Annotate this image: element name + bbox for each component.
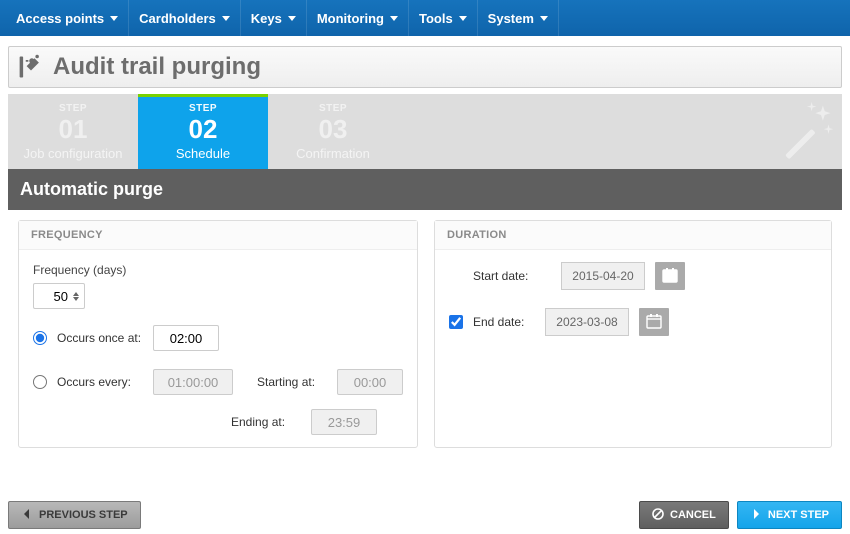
duration-panel: DURATION Start date: End date: <box>434 220 832 448</box>
menu-label: System <box>488 11 534 26</box>
wizard-button-bar: PREVIOUS STEP CANCEL NEXT STEP <box>8 500 842 530</box>
menu-label: Keys <box>251 11 282 26</box>
menu-keys[interactable]: Keys <box>241 0 307 36</box>
step-word: STEP <box>319 103 347 114</box>
frequency-panel: FREQUENCY Frequency (days) Occurs once a… <box>18 220 418 448</box>
chevron-left-icon <box>21 508 33 523</box>
wizard-step-job-configuration[interactable]: STEP 01 Job configuration <box>8 94 138 169</box>
calendar-icon <box>662 267 678 286</box>
menu-label: Cardholders <box>139 11 216 26</box>
button-label: PREVIOUS STEP <box>39 509 128 521</box>
page-title-bar: Audit trail purging <box>8 46 842 88</box>
frequency-panel-title: FREQUENCY <box>19 221 417 250</box>
chevron-down-icon <box>390 16 398 21</box>
cancel-button[interactable]: CANCEL <box>639 501 729 529</box>
chevron-down-icon <box>222 16 230 21</box>
menu-cardholders[interactable]: Cardholders <box>129 0 241 36</box>
frequency-days-label: Frequency (days) <box>33 263 126 277</box>
chevron-down-icon <box>459 16 467 21</box>
content-scroll[interactable]: FREQUENCY Frequency (days) Occurs once a… <box>8 210 842 458</box>
menu-label: Access points <box>16 11 104 26</box>
frequency-days-wrap <box>33 283 85 309</box>
stepper-down-icon[interactable] <box>73 297 79 301</box>
chevron-down-icon <box>540 16 548 21</box>
occurs-every-interval-input[interactable] <box>153 369 233 395</box>
step-number: 03 <box>319 116 348 142</box>
button-label: CANCEL <box>670 509 716 521</box>
menu-access-points[interactable]: Access points <box>6 0 129 36</box>
button-label: NEXT STEP <box>768 509 829 521</box>
step-word: STEP <box>189 103 217 114</box>
chevron-down-icon <box>110 16 118 21</box>
end-date-input[interactable] <box>545 308 629 336</box>
start-date-label: Start date: <box>473 269 551 283</box>
occurs-every-radio[interactable] <box>33 375 47 389</box>
step-name: Schedule <box>176 146 230 161</box>
step-number: 02 <box>189 116 218 142</box>
duration-panel-title: DURATION <box>435 221 831 250</box>
step-number: 01 <box>59 116 88 142</box>
step-name: Job configuration <box>23 146 122 161</box>
wizard-wand-icon <box>776 100 836 163</box>
content-area: FREQUENCY Frequency (days) Occurs once a… <box>8 210 842 458</box>
menu-label: Monitoring <box>317 11 384 26</box>
chevron-right-icon <box>750 508 762 523</box>
starting-at-input[interactable] <box>337 369 403 395</box>
calendar-icon <box>646 313 662 332</box>
ending-at-input[interactable] <box>311 409 377 435</box>
wizard-step-confirmation[interactable]: STEP 03 Confirmation <box>268 94 398 169</box>
ending-at-label: Ending at: <box>231 415 301 429</box>
start-date-calendar-button[interactable] <box>655 262 685 290</box>
page-title: Audit trail purging <box>53 53 261 81</box>
end-date-checkbox[interactable] <box>449 315 463 329</box>
section-heading: Automatic purge <box>8 169 842 210</box>
cancel-icon <box>652 508 664 523</box>
previous-step-button[interactable]: PREVIOUS STEP <box>8 501 141 529</box>
chevron-down-icon <box>288 16 296 21</box>
stepper-up-icon[interactable] <box>73 292 79 296</box>
menu-system[interactable]: System <box>478 0 559 36</box>
occurs-every-label: Occurs every: <box>57 375 143 389</box>
end-date-calendar-button[interactable] <box>639 308 669 336</box>
purge-tool-icon <box>17 53 45 81</box>
next-step-button[interactable]: NEXT STEP <box>737 501 842 529</box>
wizard-step-schedule[interactable]: STEP 02 Schedule <box>138 94 268 169</box>
starting-at-label: Starting at: <box>257 375 327 389</box>
start-date-input[interactable] <box>561 262 645 290</box>
menu-tools[interactable]: Tools <box>409 0 478 36</box>
occurs-once-time-input[interactable] <box>153 325 219 351</box>
wizard-steps: STEP 01 Job configuration STEP 02 Schedu… <box>8 94 842 169</box>
step-word: STEP <box>59 103 87 114</box>
occurs-once-label: Occurs once at: <box>57 331 143 345</box>
occurs-once-radio[interactable] <box>33 331 47 345</box>
menu-monitoring[interactable]: Monitoring <box>307 0 409 36</box>
step-name: Confirmation <box>296 146 370 161</box>
menu-label: Tools <box>419 11 453 26</box>
main-menu-bar: Access points Cardholders Keys Monitorin… <box>0 0 850 36</box>
end-date-label: End date: <box>473 315 535 329</box>
